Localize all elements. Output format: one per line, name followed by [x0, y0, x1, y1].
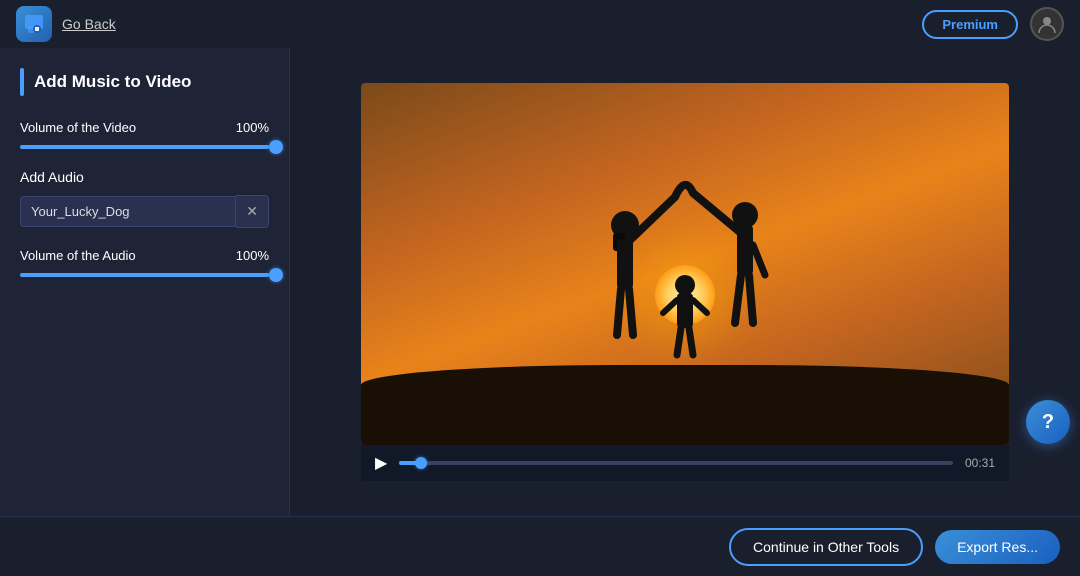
premium-button[interactable]: Premium: [922, 10, 1018, 39]
sidebar-accent: [20, 68, 24, 96]
volume-video-fill: [20, 145, 269, 149]
continue-other-tools-button[interactable]: Continue in Other Tools: [729, 528, 923, 566]
user-avatar[interactable]: [1030, 7, 1064, 41]
audio-file-row: Your_Lucky_Dog ✕: [20, 195, 269, 228]
volume-video-slider[interactable]: [20, 145, 269, 149]
sidebar-title: Add Music to Video: [34, 72, 191, 92]
content-area: ▶ 00:31 ?: [290, 48, 1080, 516]
volume-audio-thumb[interactable]: [269, 268, 283, 282]
sidebar: Add Music to Video Volume of the Video 1…: [0, 48, 290, 516]
audio-filename: Your_Lucky_Dog: [20, 196, 236, 227]
video-player: [361, 83, 1009, 445]
play-button[interactable]: ▶: [375, 453, 387, 473]
volume-audio-value: 100%: [236, 248, 269, 263]
volume-video-value: 100%: [236, 120, 269, 135]
header-right: Premium: [922, 7, 1064, 41]
audio-clear-button[interactable]: ✕: [236, 195, 269, 228]
volume-audio-fill: [20, 273, 269, 277]
header-left: Go Back: [16, 6, 116, 42]
progress-thumb[interactable]: [415, 457, 427, 469]
go-back-button[interactable]: Go Back: [62, 16, 116, 32]
video-thumbnail: [361, 83, 1009, 445]
app-header: Go Back Premium: [0, 0, 1080, 48]
bottom-bar: Continue in Other Tools Export Res...: [0, 516, 1080, 576]
volume-audio-label-row: Volume of the Audio 100%: [20, 248, 269, 263]
volume-video-label: Volume of the Video: [20, 120, 136, 135]
video-controls: ▶ 00:31: [361, 445, 1009, 481]
app-logo: [16, 6, 52, 42]
volume-video-label-row: Volume of the Video 100%: [20, 120, 269, 135]
volume-audio-label: Volume of the Audio: [20, 248, 136, 263]
sidebar-title-wrapper: Add Music to Video: [20, 68, 269, 96]
volume-video-thumb[interactable]: [269, 140, 283, 154]
progress-bar[interactable]: [399, 461, 953, 465]
volume-audio-slider[interactable]: [20, 273, 269, 277]
help-bubble[interactable]: ?: [1026, 400, 1070, 444]
silhouettes: [545, 165, 825, 390]
time-display: 00:31: [965, 456, 995, 470]
main-layout: Add Music to Video Volume of the Video 1…: [0, 48, 1080, 516]
add-audio-label: Add Audio: [20, 169, 269, 185]
export-button[interactable]: Export Res...: [935, 530, 1060, 564]
